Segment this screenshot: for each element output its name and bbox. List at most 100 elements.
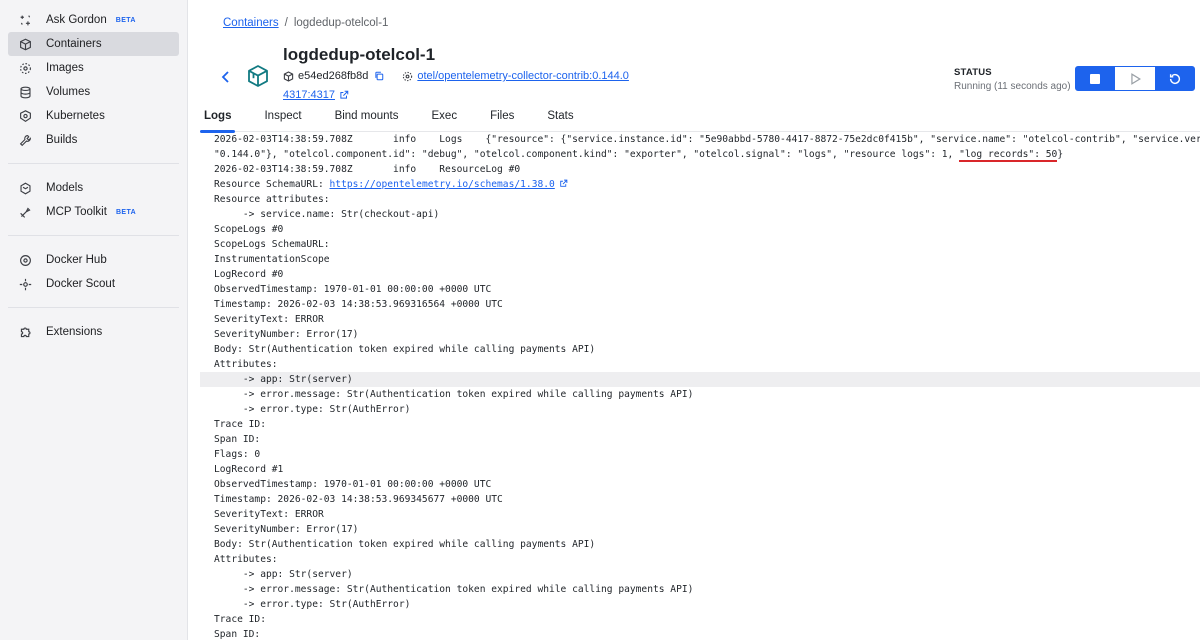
breadcrumb-separator: / — [284, 17, 288, 29]
tab-logs[interactable]: Logs — [199, 110, 237, 133]
log-output[interactable]: 2026-02-03T14:38:59.708Z info Logs {"res… — [200, 132, 1200, 640]
breadcrumb-current: logdedup-otelcol-1 — [293, 17, 389, 29]
port-row: 4317:4317 — [283, 89, 349, 101]
status-label: STATUS — [954, 67, 992, 78]
log-line: Timestamp: 2026-02-03 14:38:53.969345677… — [214, 494, 503, 505]
page-title: logdedup-otelcol-1 — [283, 45, 436, 64]
tab-inspect[interactable]: Inspect — [262, 110, 303, 131]
log-line: -> error.type: Str(AuthError) — [214, 599, 411, 610]
log-line: SeverityText: ERROR — [214, 314, 324, 325]
log-line: 2026-02-03T14:38:59.708Z info ResourceLo… — [214, 164, 521, 175]
log-text: Resource SchemaURL: — [214, 179, 330, 190]
back-button[interactable] — [218, 69, 234, 85]
sidebar-item-ask-gordon[interactable]: Ask Gordon BETA — [8, 8, 179, 32]
image-link[interactable]: otel/opentelemetry-collector-contrib:0.1… — [417, 70, 629, 82]
log-line: SeverityNumber: Error(17) — [214, 524, 359, 535]
container-icon — [246, 64, 270, 88]
log-line: InstrumentationScope — [214, 254, 330, 265]
divider — [8, 235, 179, 236]
tab-bar: Logs Inspect Bind mounts Exec Files Stat… — [199, 110, 1200, 133]
sidebar-item-label: Ask Gordon — [46, 14, 107, 26]
log-line: Body: Str(Authentication token expired w… — [214, 344, 596, 355]
external-link-icon[interactable] — [339, 90, 349, 100]
sidebar-item-label: Docker Hub — [46, 254, 107, 266]
divider — [8, 163, 179, 164]
log-line: Body: Str(Authentication token expired w… — [214, 539, 596, 550]
sidebar-item-label: Images — [46, 62, 84, 74]
sidebar-item-containers[interactable]: Containers — [8, 32, 179, 56]
breadcrumb-containers-link[interactable]: Containers — [223, 17, 279, 29]
sidebar-item-label: Volumes — [46, 86, 91, 98]
log-line-highlighted: -> app: Str(server) — [200, 372, 1200, 387]
sidebar-item-docker-hub[interactable]: Docker Hub — [8, 248, 179, 272]
log-line: Flags: 0 — [214, 449, 261, 460]
beta-badge: BETA — [115, 16, 136, 24]
start-button[interactable] — [1115, 66, 1155, 91]
sparkle-icon — [18, 13, 32, 27]
volumes-icon — [18, 85, 32, 99]
log-line: -> app: Str(server) — [214, 569, 353, 580]
log-line: Resource SchemaURL: https://opentelemetr… — [200, 177, 1200, 192]
log-line: -> service.name: Str(checkout-api) — [214, 209, 440, 220]
sidebar-item-images[interactable]: Images — [8, 56, 179, 80]
log-line: SeverityText: ERROR — [214, 509, 324, 520]
sidebar-item-label: Models — [46, 182, 84, 194]
stop-button[interactable] — [1075, 66, 1115, 91]
log-line: SeverityNumber: Error(17) — [214, 329, 359, 340]
sidebar-item-mcp-toolkit[interactable]: MCP Toolkit BETA — [8, 200, 179, 224]
log-line: -> error.message: Str(Authentication tok… — [214, 389, 694, 400]
models-icon — [18, 181, 32, 195]
status-block: STATUS Running (11 seconds ago) — [954, 67, 1071, 92]
restart-button[interactable] — [1155, 66, 1195, 91]
log-line: 2026-02-03T14:38:59.708Z info Logs {"res… — [214, 134, 1200, 145]
wrench-icon — [18, 133, 32, 147]
sidebar-item-label: MCP Toolkit — [46, 206, 107, 218]
image-icon — [403, 71, 413, 81]
kubernetes-icon — [18, 109, 32, 123]
sidebar-item-docker-scout[interactable]: Docker Scout — [8, 272, 179, 296]
sidebar: Ask Gordon BETA Containers Images Volume… — [0, 0, 188, 640]
log-line: Trace ID: — [214, 419, 266, 430]
play-icon — [1131, 72, 1141, 85]
sidebar-item-kubernetes[interactable]: Kubernetes — [8, 104, 179, 128]
container-icon — [18, 37, 32, 51]
log-text: "0.144.0"}, "otelcol.component.id": "deb… — [214, 149, 960, 160]
log-line: Span ID: — [214, 434, 261, 445]
log-line: -> error.type: Str(AuthError) — [214, 404, 411, 415]
status-text: Running (11 seconds ago) — [954, 81, 1071, 92]
log-line: Attributes: — [214, 359, 278, 370]
port-link[interactable]: 4317:4317 — [283, 89, 335, 101]
image-link-group: otel/opentelemetry-collector-contrib:0.1… — [402, 70, 629, 82]
log-line: LogRecord #0 — [214, 269, 284, 280]
images-icon — [18, 61, 32, 75]
schema-url-link[interactable]: https://opentelemetry.io/schemas/1.38.0 — [330, 179, 555, 190]
container-meta: e54ed268fb8d otel/opentelemetry-collecto… — [283, 70, 629, 82]
sidebar-item-volumes[interactable]: Volumes — [8, 80, 179, 104]
divider — [8, 307, 179, 308]
external-link-icon[interactable] — [559, 179, 568, 188]
tab-stats[interactable]: Stats — [545, 110, 575, 131]
copy-icon[interactable] — [374, 71, 384, 81]
tab-exec[interactable]: Exec — [430, 110, 460, 131]
hub-icon — [18, 253, 32, 267]
log-line: Span ID: — [214, 629, 261, 640]
tab-files[interactable]: Files — [488, 110, 516, 131]
tab-bind-mounts[interactable]: Bind mounts — [333, 110, 401, 131]
log-records-highlight: "log records": 50 — [959, 149, 1058, 162]
log-line: Trace ID: — [214, 614, 266, 625]
restart-icon — [1169, 73, 1181, 84]
sidebar-item-builds[interactable]: Builds — [8, 128, 179, 152]
log-text: } — [1057, 149, 1064, 160]
sidebar-item-extensions[interactable]: Extensions — [8, 320, 179, 344]
sidebar-item-label: Kubernetes — [46, 110, 105, 122]
log-line: ObservedTimestamp: 1970-01-01 00:00:00 +… — [214, 284, 492, 295]
sidebar-item-models[interactable]: Models — [8, 176, 179, 200]
log-line: Timestamp: 2026-02-03 14:38:53.969316564… — [214, 299, 503, 310]
sidebar-item-label: Builds — [46, 134, 78, 146]
log-line: ScopeLogs SchemaURL: — [214, 239, 330, 250]
beta-badge: BETA — [115, 208, 137, 216]
log-line: Resource attributes: — [214, 194, 330, 205]
sidebar-item-label: Docker Scout — [46, 278, 116, 290]
log-line: ObservedTimestamp: 1970-01-01 00:00:00 +… — [214, 479, 492, 490]
log-line: LogRecord #1 — [214, 464, 284, 475]
